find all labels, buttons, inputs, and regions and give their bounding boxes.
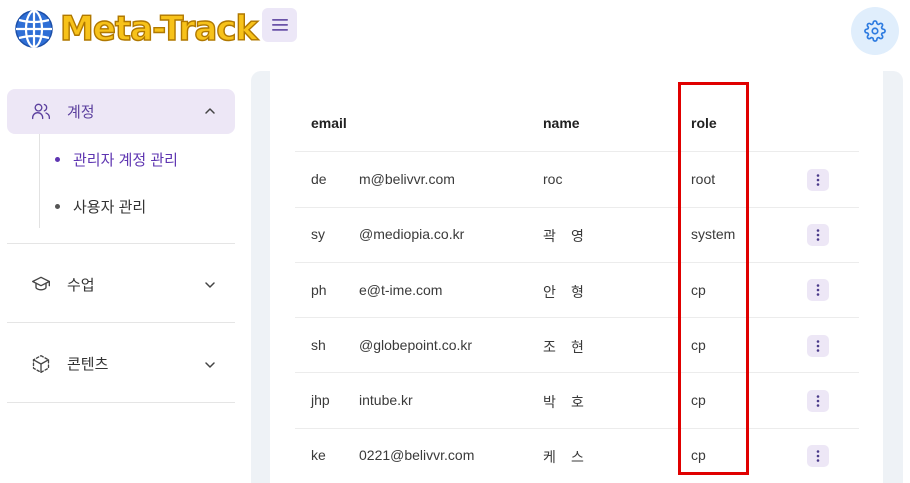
name-cell-suffix: 스 — [571, 449, 584, 465]
sidebar-divider — [7, 402, 235, 403]
globe-logo-icon — [15, 9, 53, 49]
chevron-up-icon — [205, 108, 215, 114]
email-cell-prefix: ke — [311, 447, 326, 463]
name-cell-suffix: 호 — [571, 394, 584, 410]
hamburger-menu-icon — [271, 19, 288, 31]
row-actions-button[interactable] — [807, 335, 829, 357]
kebab-menu-icon — [816, 229, 820, 241]
sidebar-item-label: 수업 — [67, 277, 95, 294]
submenu-guide-line — [39, 134, 40, 228]
bullet-icon — [55, 204, 60, 209]
sidebar-divider — [7, 322, 235, 323]
table-row-divider — [295, 428, 859, 429]
table-row-divider — [295, 207, 859, 208]
name-cell-suffix: 형 — [571, 284, 584, 300]
sidebar-item-contents[interactable]: 콘텐츠 — [7, 341, 235, 386]
row-actions-button[interactable] — [807, 390, 829, 412]
sidebar-item-account[interactable]: 계정 — [7, 89, 235, 134]
email-cell-prefix: sy — [311, 226, 325, 242]
sidebar-subitem-admin-accounts[interactable]: 관리자 계정 관리 — [55, 149, 178, 170]
name-cell-suffix: 현 — [571, 339, 584, 355]
sidebar-subitem-label: 관리자 계정 관리 — [73, 152, 178, 169]
kebab-menu-icon — [816, 395, 820, 407]
email-cell-prefix: de — [311, 171, 327, 187]
sidebar-item-label: 콘텐츠 — [67, 356, 109, 373]
table-row-divider — [295, 262, 859, 263]
name-cell-prefix: 곽 — [543, 228, 556, 244]
kebab-menu-icon — [816, 284, 820, 296]
email-cell-suffix: m@belivvr.com — [359, 171, 455, 187]
row-actions-button[interactable] — [807, 169, 829, 191]
sidebar-subitem-label: 사용자 관리 — [73, 199, 147, 216]
email-cell-prefix: ph — [311, 282, 327, 298]
kebab-menu-icon — [816, 174, 820, 186]
email-cell-suffix: e@t-ime.com — [359, 282, 443, 298]
logo-text: Meta-Track — [59, 8, 259, 49]
name-cell-prefix: 조 — [543, 339, 556, 355]
app-root: Meta-Track 계정 관리자 계정 관리 사용자 관리 수업 콘텐츠 em… — [0, 0, 910, 483]
sidebar-divider — [7, 243, 235, 244]
email-cell-prefix: jhp — [311, 392, 330, 408]
name-cell-prefix: 케 — [543, 449, 556, 465]
table-row-divider — [295, 372, 859, 373]
column-header-name: name — [543, 115, 580, 131]
sidebar-item-label: 계정 — [67, 104, 95, 121]
email-cell-suffix: intube.kr — [359, 392, 413, 408]
column-header-email: email — [311, 115, 347, 131]
row-actions-button[interactable] — [807, 224, 829, 246]
table-header-divider — [295, 151, 859, 152]
graduation-cap-icon — [31, 276, 50, 291]
kebab-menu-icon — [816, 450, 820, 462]
sidebar-subitem-user-management[interactable]: 사용자 관리 — [55, 196, 146, 217]
name-cell-suffix: 영 — [571, 228, 584, 244]
sidebar-item-classes[interactable]: 수업 — [7, 262, 235, 307]
role-column-highlight — [678, 82, 749, 475]
table-row-divider — [295, 317, 859, 318]
email-cell-suffix: @globepoint.co.kr — [359, 337, 473, 353]
row-actions-button[interactable] — [807, 445, 829, 467]
chevron-down-icon — [205, 362, 215, 368]
name-cell-prefix: 박 — [543, 394, 556, 410]
menu-toggle-button[interactable] — [262, 8, 297, 42]
chevron-down-icon — [205, 282, 215, 288]
name-cell-prefix: roc — [543, 171, 563, 187]
bullet-icon — [55, 157, 60, 162]
admin-table-card — [270, 71, 883, 483]
row-actions-button[interactable] — [807, 279, 829, 301]
name-cell-prefix: 안 — [543, 284, 556, 300]
email-cell-prefix: sh — [311, 337, 326, 353]
gear-icon — [864, 20, 886, 42]
email-cell-suffix: @mediopia.co.kr — [359, 226, 465, 242]
email-cell-suffix: 0221@belivvr.com — [359, 447, 475, 463]
kebab-menu-icon — [816, 340, 820, 352]
settings-button[interactable] — [851, 7, 899, 55]
cube-icon — [32, 355, 50, 373]
users-icon — [31, 103, 50, 120]
